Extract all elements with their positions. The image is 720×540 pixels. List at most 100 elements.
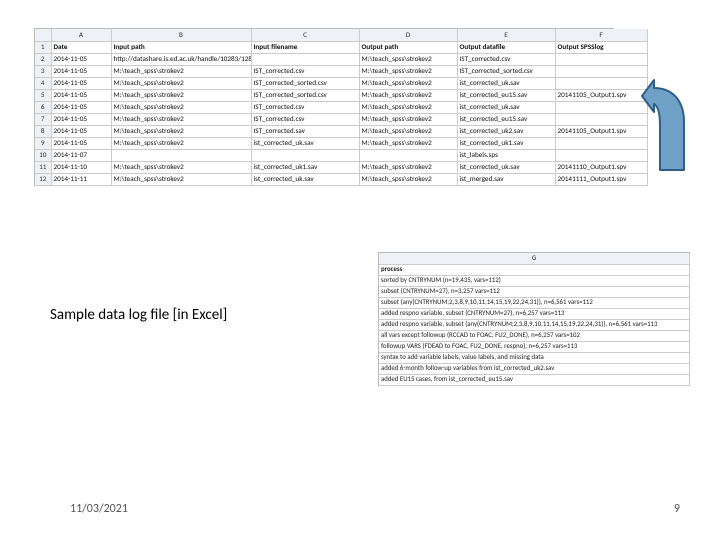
cell[interactable]: M:\teach_spss\strokev2 (359, 53, 457, 65)
cell[interactable]: M:\teach_spss\strokev2 (111, 113, 251, 125)
cell[interactable]: syntax to add variable labels, value lab… (379, 352, 690, 363)
cell[interactable] (555, 113, 647, 125)
cell[interactable]: added 6-month follow-up variables from i… (379, 363, 690, 374)
cell[interactable] (251, 53, 359, 65)
cell[interactable]: ist_corrected_eu15.sav (457, 89, 555, 101)
row-number[interactable]: 4 (35, 77, 51, 89)
cell[interactable]: followup VARS (FDEAD to FOAC, FU2_DONE, … (379, 341, 690, 352)
row-number[interactable]: 7 (35, 113, 51, 125)
cell[interactable]: IST_corrected_sorted.csv (251, 89, 359, 101)
cell[interactable]: IST_corrected_sorted.csv (251, 77, 359, 89)
cell[interactable]: 2014-11-05 (51, 77, 111, 89)
header-cell[interactable]: Output datafile (457, 41, 555, 53)
cell[interactable]: 2014-11-05 (51, 101, 111, 113)
cell[interactable]: 20141110_Output1.spv (555, 161, 647, 173)
cell[interactable]: M:\teach_spss\strokev2 (359, 173, 457, 185)
row-number[interactable]: 6 (35, 101, 51, 113)
cell[interactable] (555, 53, 647, 65)
cell[interactable]: added respno variable, subset (CNTRYNUM=… (379, 308, 690, 319)
cell[interactable]: 2014-11-05 (51, 137, 111, 149)
header-cell[interactable]: process (379, 264, 690, 275)
cell[interactable]: M:\teach_spss\strokev2 (111, 101, 251, 113)
header-cell[interactable]: Output SPSSlog (555, 41, 647, 53)
cell[interactable]: M:\teach_spss\strokev2 (359, 101, 457, 113)
row-number[interactable]: 2 (35, 53, 51, 65)
col-letter[interactable]: A (51, 29, 111, 41)
cell[interactable]: ist_labels.sps (457, 149, 555, 161)
cell[interactable]: 20141111_Output1.spv (555, 173, 647, 185)
cell[interactable]: M:\teach_spss\strokev2 (111, 65, 251, 77)
col-letter[interactable]: D (359, 29, 457, 41)
cell[interactable] (111, 149, 251, 161)
cell[interactable]: ist_corrected_uk.sav (251, 137, 359, 149)
cell[interactable] (555, 77, 647, 89)
cell[interactable]: M:\teach_spss\strokev2 (111, 77, 251, 89)
cell[interactable]: 2014-11-05 (51, 89, 111, 101)
cell[interactable]: ist_corrected_uk.sav (251, 173, 359, 185)
cell[interactable]: IST_corrected.sav (251, 125, 359, 137)
cell[interactable]: ist_corrected_uk.sav (457, 101, 555, 113)
cell[interactable]: M:\teach_spss\strokev2 (111, 173, 251, 185)
row-number[interactable]: 9 (35, 137, 51, 149)
cell[interactable]: IST_corrected_sorted.csv (457, 65, 555, 77)
cell[interactable]: 2014-11-05 (51, 125, 111, 137)
row-number[interactable]: 1 (35, 41, 51, 53)
cell[interactable]: IST_corrected.csv (251, 113, 359, 125)
cell[interactable]: IST_corrected.csv (457, 53, 555, 65)
col-letter[interactable]: E (457, 29, 555, 41)
cell[interactable]: subset (CNTRYNUM=27), n=3,257 vars=112 (379, 286, 690, 297)
cell[interactable]: ist_corrected_uk1.sav (251, 161, 359, 173)
cell[interactable]: 20141105_Output1.spv (555, 89, 647, 101)
cell[interactable]: added respno variable, subset (any(CNTRY… (379, 319, 690, 330)
row-number[interactable]: 12 (35, 173, 51, 185)
cell[interactable]: M:\teach_spss\strokev2 (359, 89, 457, 101)
cell[interactable]: ist_corrected_uk.sav (457, 77, 555, 89)
cell[interactable]: IST_corrected.csv (251, 65, 359, 77)
cell[interactable] (555, 101, 647, 113)
cell[interactable]: M:\teach_spss\strokev2 (111, 137, 251, 149)
cell[interactable] (251, 149, 359, 161)
cell[interactable]: M:\teach_spss\strokev2 (111, 125, 251, 137)
cell[interactable] (555, 137, 647, 149)
row-number[interactable]: 5 (35, 89, 51, 101)
cell[interactable]: subset (any(CNTRYNUM;2,3,8,9,10,11,14,15… (379, 297, 690, 308)
cell[interactable]: added EU15 cases, from ist_corrected_eu1… (379, 374, 690, 385)
cell[interactable]: 2014-11-07 (51, 149, 111, 161)
cell[interactable] (359, 149, 457, 161)
cell[interactable]: M:\teach_spss\strokev2 (359, 113, 457, 125)
cell[interactable]: ist_corrected_eu15.sav (457, 113, 555, 125)
corner-cell[interactable] (35, 29, 51, 41)
cell[interactable]: M:\teach_spss\strokev2 (359, 161, 457, 173)
cell[interactable]: M:\teach_spss\strokev2 (359, 77, 457, 89)
cell[interactable]: 2014-11-11 (51, 173, 111, 185)
cell[interactable]: 20141105_Output1.spv (555, 125, 647, 137)
cell[interactable]: 2014-11-05 (51, 65, 111, 77)
header-cell[interactable]: Output path (359, 41, 457, 53)
cell[interactable] (555, 65, 647, 77)
cell[interactable]: IST_corrected.csv (251, 101, 359, 113)
cell[interactable]: M:\teach_spss\strokev2 (359, 137, 457, 149)
cell[interactable]: ist_corrected_uk1.sav (457, 137, 555, 149)
cell[interactable]: ist_corrected_uk2.sav (457, 125, 555, 137)
cell[interactable]: 2014-11-05 (51, 53, 111, 65)
header-cell[interactable]: Input filename (251, 41, 359, 53)
cell[interactable]: M:\teach_spss\strokev2 (359, 65, 457, 77)
row-number[interactable]: 10 (35, 149, 51, 161)
col-letter[interactable]: C (251, 29, 359, 41)
cell[interactable]: 2014-11-05 (51, 113, 111, 125)
header-cell[interactable]: Input path (111, 41, 251, 53)
cell[interactable] (555, 149, 647, 161)
cell[interactable]: all vars except followup (RCCAD to FOAC,… (379, 330, 690, 341)
cell[interactable]: ist_corrected_uk.sav (457, 161, 555, 173)
col-letter[interactable]: F (555, 29, 647, 41)
col-letter[interactable]: G (379, 253, 690, 264)
cell[interactable]: M:\teach_spss\strokev2 (111, 161, 251, 173)
cell[interactable]: sorted by CNTRYNUM (n=19,435, vars=112) (379, 275, 690, 286)
row-number[interactable]: 11 (35, 161, 51, 173)
row-number[interactable]: 3 (35, 65, 51, 77)
cell[interactable]: ist_merged.sav (457, 173, 555, 185)
cell[interactable]: M:\teach_spss\strokev2 (359, 125, 457, 137)
cell[interactable]: 2014-11-10 (51, 161, 111, 173)
cell[interactable]: M:\teach_spss\strokev2 (111, 89, 251, 101)
row-number[interactable]: 8 (35, 125, 51, 137)
